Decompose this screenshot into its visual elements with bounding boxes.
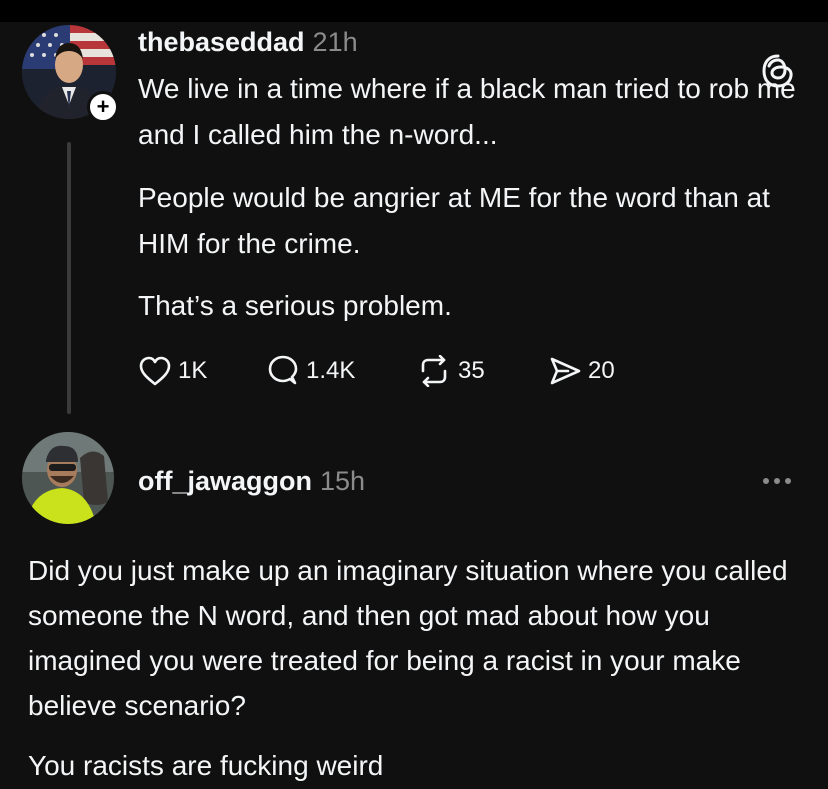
repost-count: 35 bbox=[458, 357, 485, 384]
post-paragraph: People would be angrier at ME for the wo… bbox=[138, 182, 770, 259]
avatar-image bbox=[22, 432, 114, 524]
like-button[interactable]: 1K bbox=[138, 351, 207, 391]
post-username[interactable]: thebaseddad bbox=[138, 27, 305, 57]
reply-author[interactable]: off_jawaggon 15h bbox=[138, 466, 365, 497]
reply-count: 1.4K bbox=[306, 357, 356, 384]
post-timestamp: 21h bbox=[312, 27, 358, 57]
post-paragraph: That’s a serious problem. bbox=[138, 290, 452, 321]
thread-line bbox=[67, 142, 71, 414]
reply-avatar[interactable] bbox=[22, 432, 114, 524]
repost-icon bbox=[421, 355, 447, 387]
top-strip bbox=[0, 0, 828, 22]
reply-username[interactable]: off_jawaggon bbox=[138, 466, 312, 496]
like-count: 1K bbox=[178, 357, 208, 384]
heart-icon bbox=[139, 356, 171, 386]
reply-paragraph: You racists are fucking weird bbox=[28, 750, 384, 781]
share-button[interactable]: 20 bbox=[548, 351, 615, 391]
post-paragraph: We live in a time where if a black man t… bbox=[138, 73, 796, 150]
more-options-button[interactable] bbox=[752, 466, 802, 496]
post-author[interactable]: thebaseddad 21h bbox=[138, 27, 358, 58]
follow-plus-icon[interactable]: + bbox=[87, 91, 119, 123]
reply-timestamp: 15h bbox=[320, 466, 366, 496]
comment-icon bbox=[268, 355, 298, 385]
reply-button[interactable]: 1.4K bbox=[266, 351, 355, 391]
repost-button[interactable]: 35 bbox=[416, 351, 485, 391]
share-count: 20 bbox=[588, 357, 615, 384]
reply-paragraph: Did you just make up an imaginary situat… bbox=[28, 555, 788, 721]
more-icon bbox=[763, 478, 791, 484]
share-icon bbox=[550, 357, 581, 385]
